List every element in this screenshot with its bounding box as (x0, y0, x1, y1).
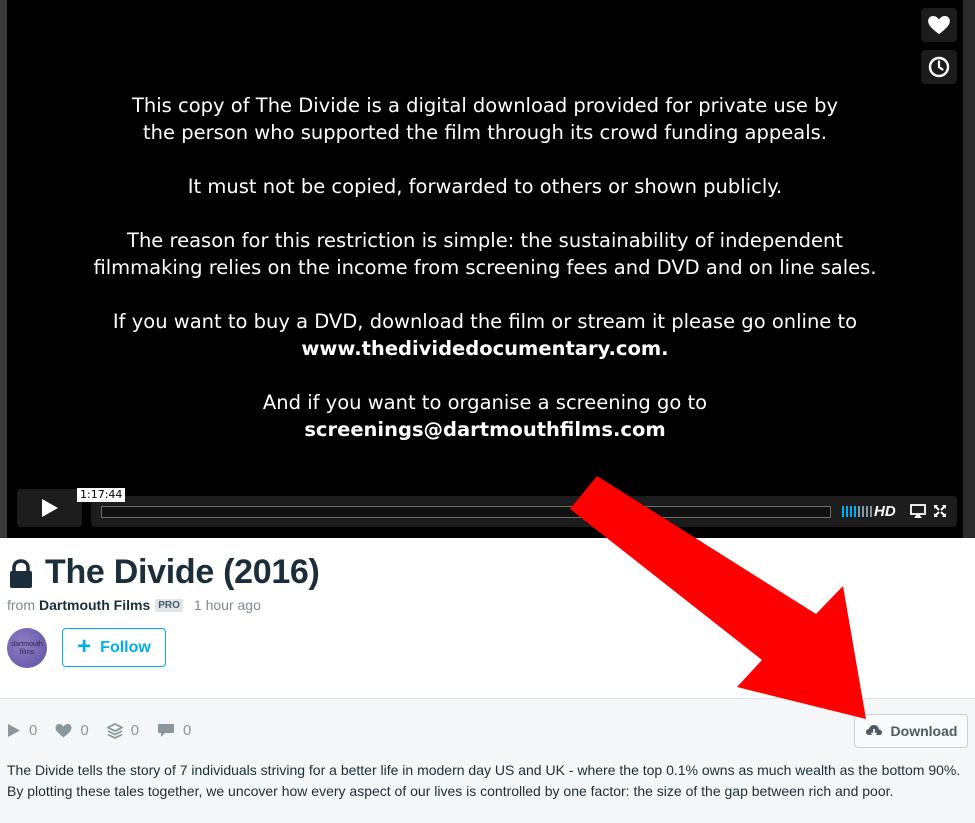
video-title: The Divide (2016) (45, 553, 320, 591)
timecode: 1:17:44 (77, 488, 126, 502)
progress-bar[interactable] (101, 506, 831, 518)
from-label: from (7, 597, 35, 613)
fullscreen-icon[interactable] (933, 504, 947, 518)
video-frame: This copy of The Divide is a digital dow… (7, 0, 963, 538)
hd-toggle[interactable]: HD (874, 503, 896, 520)
upload-time: 1 hour ago (193, 597, 261, 613)
plays-count: 0 (29, 722, 38, 739)
like-button[interactable] (921, 8, 957, 42)
volume-bars-icon[interactable] (842, 506, 872, 517)
likes-count: 0 (80, 722, 89, 739)
slate-line: This copy of The Divide is a digital dow… (131, 94, 839, 117)
plus-icon: + (77, 632, 92, 660)
watch-later-button[interactable] (921, 50, 957, 84)
video-player[interactable]: This copy of The Divide is a digital dow… (0, 0, 975, 538)
heart-icon (55, 723, 72, 737)
collections-count: 0 (130, 722, 140, 739)
slate-email: screenings@dartmouthfilms.com (304, 418, 666, 441)
slate-line: If you want to buy a DVD, download the f… (112, 310, 858, 333)
comments-stat[interactable]: 0 (157, 722, 191, 739)
video-description: The Divide tells the story of 7 individu… (7, 762, 961, 799)
clock-icon (928, 56, 950, 78)
avatar-text: dartmouth films (11, 641, 43, 656)
download-button[interactable]: Download (854, 714, 968, 748)
player-right-edge (963, 0, 975, 538)
follow-button[interactable]: + Follow (62, 628, 166, 667)
likes-stat[interactable]: 0 (55, 722, 89, 739)
slate-line: And if you want to organise a screening … (262, 391, 708, 414)
download-label: Download (890, 723, 958, 739)
play-icon (41, 499, 58, 517)
video-meta: from Dartmouth Films PRO 1 hour ago (7, 597, 261, 613)
play-icon (8, 724, 20, 737)
follow-label: Follow (100, 638, 151, 656)
pro-badge: PRO (155, 598, 183, 612)
owner-link[interactable]: Dartmouth Films (39, 597, 150, 613)
slate-line: filmmaking relies on the income from scr… (93, 256, 877, 279)
comment-icon (158, 724, 175, 737)
slate-line: The reason for this restriction is simpl… (127, 229, 843, 252)
heart-icon (928, 15, 950, 34)
slate-text: This copy of The Divide is a digital dow… (7, 92, 963, 470)
slate-line: It must not be copied, forwarded to othe… (187, 175, 783, 198)
player-left-edge (0, 0, 7, 538)
layers-icon (106, 722, 123, 739)
slate-line: the person who supported the film throug… (143, 121, 827, 144)
airplay-icon[interactable] (910, 504, 926, 519)
collections-stat[interactable]: 0 (106, 722, 140, 739)
comments-count: 0 (183, 722, 192, 739)
slate-website: www.thedividedocumentary.com. (301, 337, 669, 360)
plays-stat[interactable]: 0 (7, 722, 37, 739)
cloud-download-icon (865, 725, 882, 737)
stats-row: 0 0 0 0 (7, 722, 209, 739)
avatar[interactable]: dartmouth films (7, 628, 47, 668)
lock-icon (10, 559, 32, 588)
play-button[interactable] (17, 489, 82, 527)
